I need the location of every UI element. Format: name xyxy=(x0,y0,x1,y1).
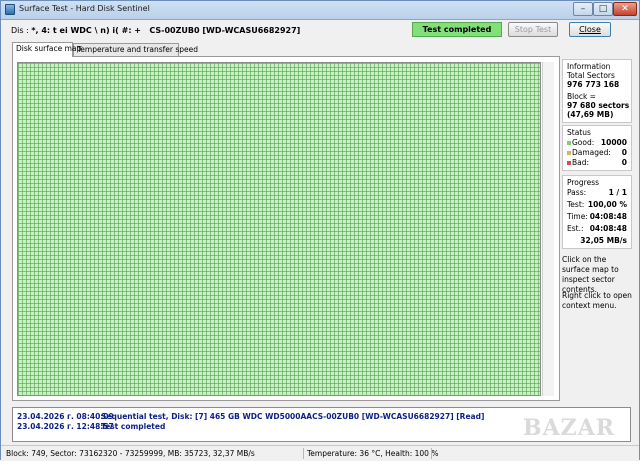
title-bar[interactable]: Surface Test - Hard Disk Sentinel – □ ✕ xyxy=(1,1,639,20)
total-sectors-label: Total Sectors xyxy=(567,71,615,80)
information-title: Information xyxy=(567,62,611,71)
bad-value: 0 xyxy=(621,158,627,167)
disk-prefix: Dis : xyxy=(11,26,29,35)
watermark-logo: BAZAR xyxy=(523,415,616,441)
window-title: Surface Test - Hard Disk Sentinel xyxy=(19,4,150,13)
pass-label: Pass: xyxy=(567,188,587,197)
progress-title: Progress xyxy=(567,178,600,187)
help-context-text: Right click to open context menu. xyxy=(562,291,632,310)
test-label: Test: xyxy=(567,200,585,209)
block-label: Block = xyxy=(567,92,596,101)
disk-name: *, 4: t ei WDC \ n) i( #: + CS-00ZUB0 [W… xyxy=(31,26,301,35)
minimize-button[interactable]: – xyxy=(573,2,593,16)
surface-map-panel xyxy=(12,56,560,401)
tab-disk-surface-map[interactable]: Disk surface map xyxy=(12,42,81,57)
status-block-info: Block: 749, Sector: 73162320 - 73259999,… xyxy=(6,449,255,458)
test-status-badge: Test completed xyxy=(412,22,502,37)
time-label: Time: xyxy=(567,212,588,221)
disk-info: Dis : *, 4: t ei WDC \ n) i( #: + CS-00Z… xyxy=(11,26,300,35)
help-inspect-text: Click on the surface map to inspect sect… xyxy=(562,255,619,294)
app-icon xyxy=(5,4,15,15)
good-label: Good: xyxy=(572,138,595,147)
pass-value: 1 / 1 xyxy=(608,188,627,197)
damaged-color-swatch xyxy=(567,151,571,155)
log-date: 23.04.2026 г. 12:48:57 xyxy=(17,422,114,431)
log-text: Test completed xyxy=(101,422,166,431)
good-color-swatch xyxy=(567,141,571,145)
block-size-value: (47,69 MB) xyxy=(567,110,614,119)
status-temperature-health: Temperature: 36 °C, Health: 100 % xyxy=(307,449,439,458)
damaged-label: Damaged: xyxy=(572,148,611,157)
status-title: Status xyxy=(567,128,591,137)
progress-group: Progress Pass: 1 / 1 Test: 100,00 % Time: 0… xyxy=(562,175,632,249)
status-bar: Block: 749, Sector: 73162320 - 73259999,… xyxy=(1,445,639,461)
damaged-value: 0 xyxy=(621,148,627,157)
test-value: 100,00 % xyxy=(587,200,627,209)
tab-temperature-transfer-speed[interactable]: Temperature and transfer speed xyxy=(73,43,198,56)
status-separator xyxy=(431,448,432,459)
est-label: Est.: xyxy=(567,224,584,233)
bad-color-swatch xyxy=(567,161,571,165)
time-value: 04:08:48 xyxy=(589,212,627,221)
log-date: 23.04.2026 г. 08:40:09 xyxy=(17,412,114,421)
surface-test-window: Surface Test - Hard Disk Sentinel – □ ✕ … xyxy=(0,0,640,461)
disk-surface-map[interactable] xyxy=(17,62,541,396)
block-sectors-value: 97 680 sectors xyxy=(567,101,630,110)
stop-test-button[interactable]: Stop Test xyxy=(508,22,558,37)
total-sectors-value: 976 773 168 xyxy=(567,80,620,89)
window-close-button[interactable]: ✕ xyxy=(613,2,637,16)
log-text: Sequential test, Disk: [7] 465 GB WDC WD… xyxy=(101,412,485,421)
information-group: Information Total Sectors 976 773 168 Bl… xyxy=(562,59,632,123)
close-button-label: Close xyxy=(579,25,601,34)
good-value: 10000 xyxy=(600,138,627,147)
status-group: Status Good: 10000 Damaged: 0 Bad: 0 xyxy=(562,125,632,171)
log-entry: 23.04.2026 г. 12:48:57Test completed xyxy=(17,422,165,431)
close-button[interactable]: Close xyxy=(569,22,611,37)
maximize-button[interactable]: □ xyxy=(593,2,613,16)
log-entry: 23.04.2026 г. 08:40:09Sequential test, D… xyxy=(17,412,484,421)
bad-label: Bad: xyxy=(572,158,590,167)
status-separator xyxy=(303,448,304,459)
est-value: 04:08:48 xyxy=(589,224,627,233)
speed-value: 32,05 MB/s xyxy=(580,236,627,245)
surface-map-scrollbar[interactable] xyxy=(542,62,554,396)
